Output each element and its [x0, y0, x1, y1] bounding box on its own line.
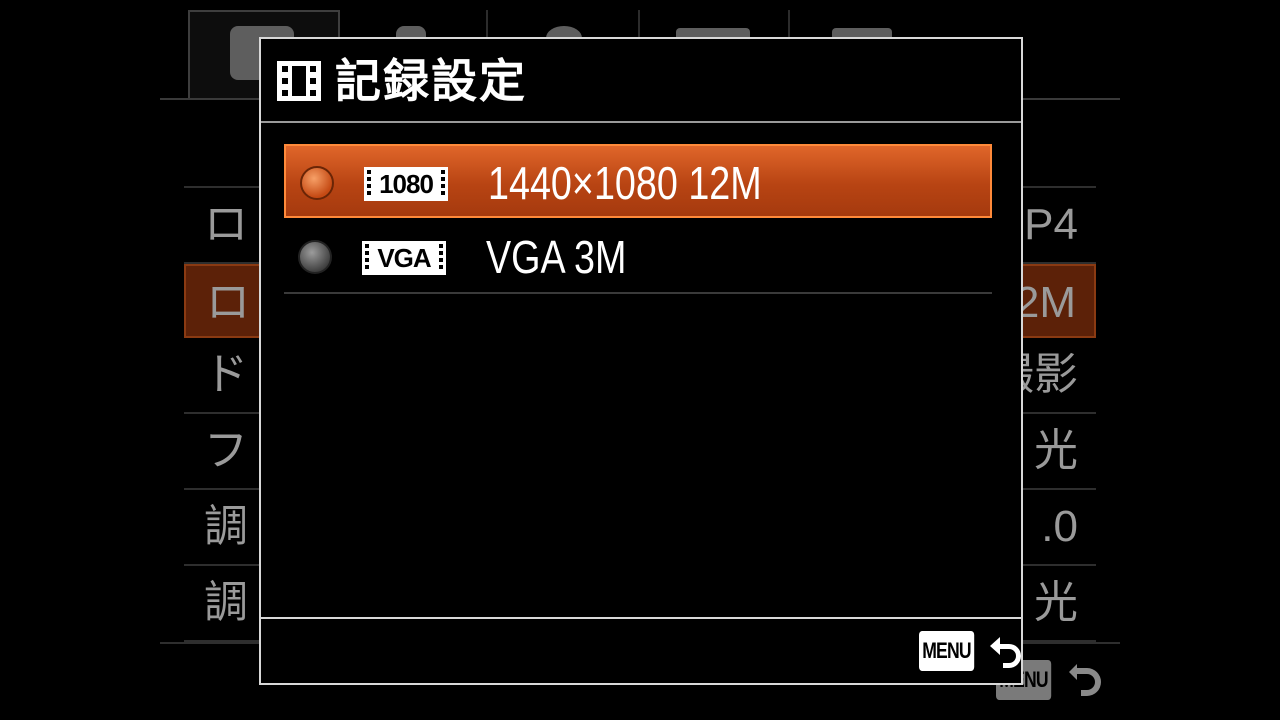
return-icon [1068, 664, 1101, 696]
dialog-header: 記録設定 [261, 39, 1021, 123]
menu-return-button[interactable]: MENU [919, 631, 1026, 671]
dialog-footer-divider [261, 617, 1021, 619]
option-vga[interactable]: VGA VGA 3M [284, 220, 992, 294]
bg-row-label: ロ [204, 199, 248, 250]
bg-row-label: 調 [204, 501, 248, 552]
bg-row-value: 2M [1014, 278, 1076, 327]
camera-screen: ロ MP4 ロ 2M ド 撮影 フ 光 調 .0 調 光 MENU 記録設定 1… [160, 0, 1120, 720]
option-1440x1080[interactable]: 1080 1440×1080 12M [284, 144, 992, 218]
bg-row-label: ド [204, 349, 248, 400]
return-icon [989, 637, 1021, 668]
bg-row-label: 調 [204, 577, 248, 628]
bg-row-value: 光 [1034, 426, 1078, 475]
option-label: VGA 3M [486, 231, 627, 283]
bg-row-value: 光 [1034, 578, 1078, 627]
record-setting-dialog: 記録設定 1080 1440×1080 12M VGA VGA 3M MENU [259, 37, 1023, 685]
bg-row-value: .0 [1041, 502, 1078, 551]
movie-icon [277, 61, 321, 101]
option-label: 1440×1080 12M [488, 157, 762, 209]
bg-row-label: フ [204, 425, 248, 476]
format-vga-icon: VGA [362, 241, 446, 275]
format-1080-icon: 1080 [364, 167, 448, 201]
bg-row-label: ロ [206, 277, 250, 328]
dialog-title: 記録設定 [335, 54, 527, 108]
radio-selected[interactable] [300, 166, 334, 200]
radio-unselected[interactable] [298, 240, 332, 274]
menu-badge: MENU [919, 631, 975, 671]
